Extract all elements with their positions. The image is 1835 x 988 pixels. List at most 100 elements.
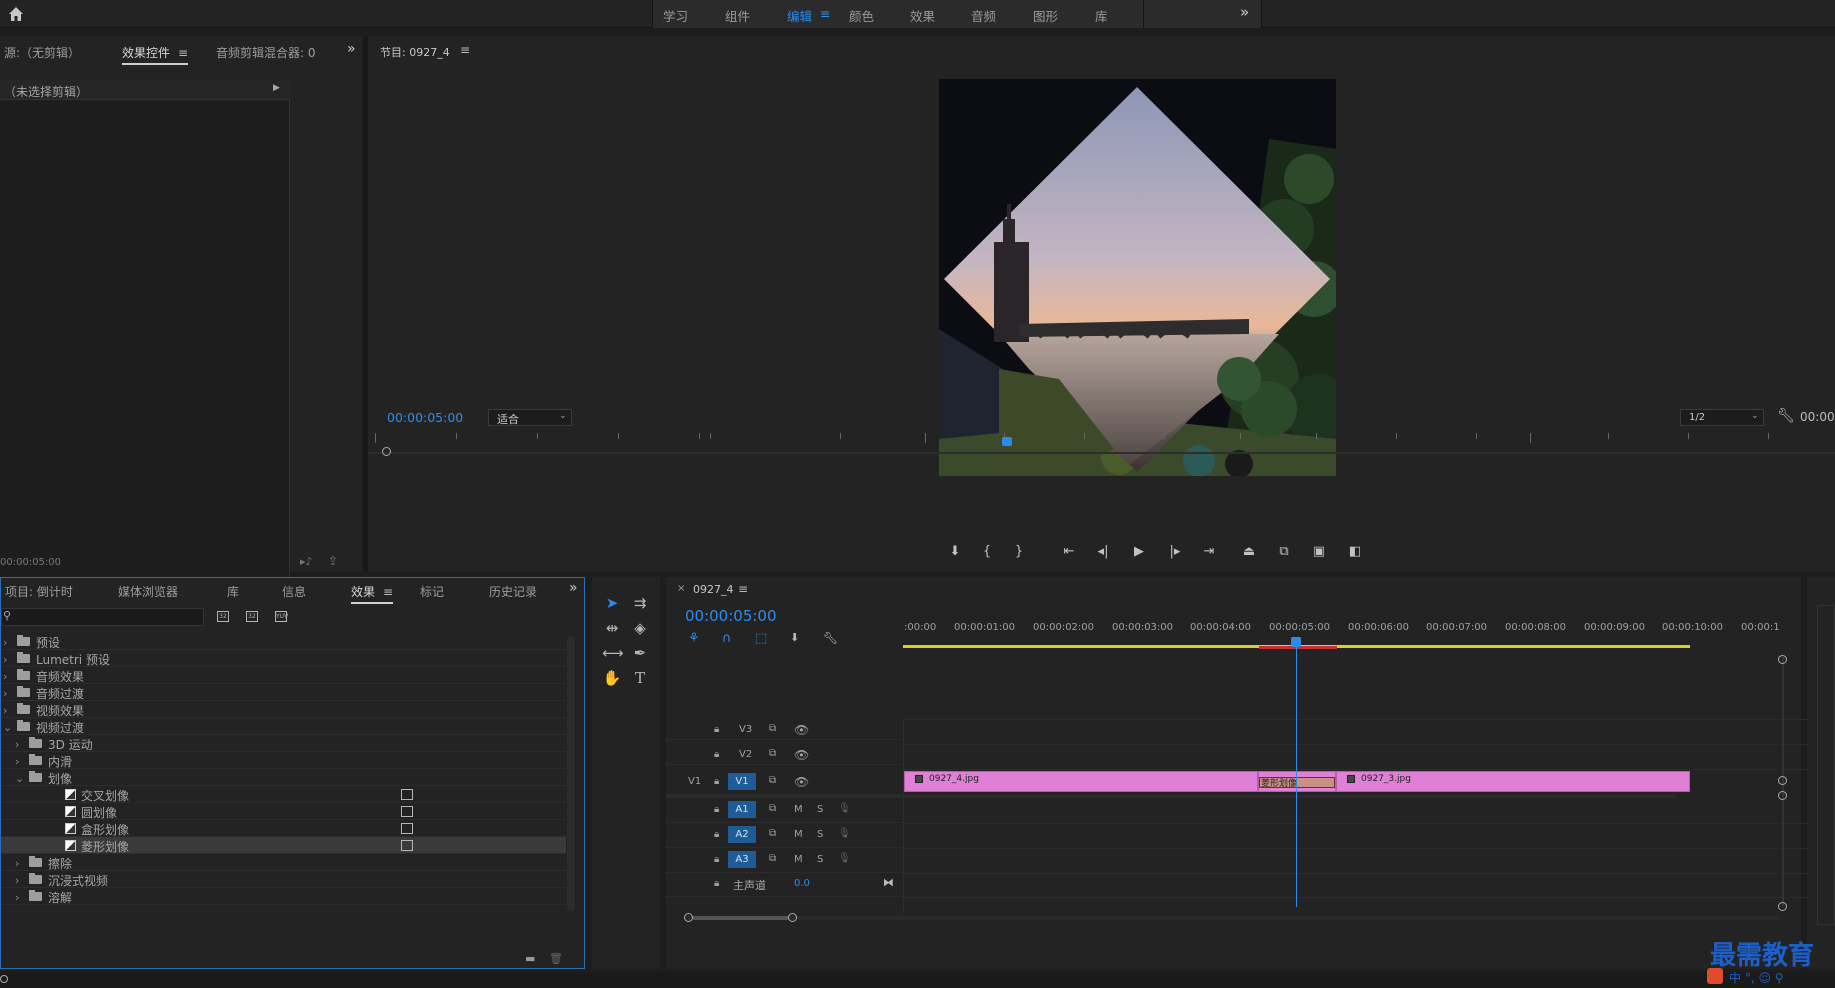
chevron-right-icon[interactable]: › (15, 891, 19, 904)
resolution-dropdown[interactable]: 1/2 ⌄ (1680, 409, 1764, 426)
expand-right-icon[interactable]: ▶ (273, 83, 280, 93)
solo-button[interactable]: S (817, 804, 823, 815)
tab-effects[interactable]: 效果 ≡ (351, 583, 394, 604)
tab-markers[interactable]: 标记 (420, 583, 444, 600)
go-to-endpoint-icon[interactable]: ⧓ (883, 876, 894, 889)
effects-folder[interactable]: › 音频过渡 (1, 684, 566, 701)
sync-lock-icon[interactable]: ⧉ (769, 723, 776, 734)
workspace-tab-assembly[interactable]: 组件 (725, 6, 750, 25)
tab-libraries[interactable]: 库 (227, 583, 239, 600)
sync-lock-icon[interactable]: ⧉ (769, 748, 776, 759)
tab-media-browser[interactable]: 媒体浏览器 (118, 583, 178, 600)
selection-tool-icon[interactable]: ➤ (602, 594, 622, 612)
effect-item[interactable]: 菱形划像 (1, 837, 566, 854)
wrench-icon[interactable]: 🔧︎ (1777, 408, 1795, 424)
lock-icon[interactable]: 🔒︎ (714, 776, 719, 787)
lock-icon[interactable]: 🔒︎ (714, 804, 719, 815)
linked-selection-icon[interactable]: ⬚ (755, 631, 767, 646)
mark-out-icon[interactable]: } (1010, 544, 1028, 559)
program-menu-icon[interactable]: ≡ (460, 43, 470, 57)
chevron-right-icon[interactable]: › (3, 653, 7, 666)
hand-tool-icon[interactable]: ✋ (602, 669, 622, 687)
effects-folder[interactable]: › Lumetri 预设 (1, 650, 566, 667)
solo-button[interactable]: S (817, 829, 823, 840)
eye-icon[interactable]: 👁︎ (794, 723, 809, 737)
effects-folder[interactable]: › 溶解 (1, 888, 566, 905)
slip-tool-icon[interactable]: ⟷ (602, 644, 624, 662)
sync-lock-icon[interactable]: ⧉ (769, 775, 776, 786)
comparison-view-icon[interactable]: ◧ (1346, 544, 1364, 559)
source-patch-v1[interactable]: V1 (688, 776, 701, 787)
chevron-right-icon[interactable]: › (15, 755, 19, 768)
yuv-effects-icon[interactable]: YUV (275, 611, 288, 622)
clip-0927-3[interactable]: 0927_3.jpg (1336, 771, 1690, 792)
effects-folder[interactable]: › 沉浸式视频 (1, 871, 566, 888)
effects-folder[interactable]: › 内滑 (1, 752, 566, 769)
effects-folder[interactable]: › 3D 运动 (1, 735, 566, 752)
ripple-edit-tool-icon[interactable]: ⇹ (602, 619, 622, 637)
close-sequence-icon[interactable]: × (677, 583, 685, 594)
program-playhead-timecode[interactable]: 00:00:05:00 (387, 410, 463, 425)
go-to-out-icon[interactable]: ⇥ (1200, 544, 1218, 559)
master-volume[interactable]: 0.0 (794, 878, 810, 889)
program-playhead[interactable] (1002, 437, 1012, 446)
clip-0927-4[interactable]: 0927_4.jpg (904, 771, 1258, 792)
razor-tool-icon[interactable]: ◈ (630, 619, 650, 637)
step-back-icon[interactable]: ◂| (1094, 544, 1112, 559)
chevron-right-icon[interactable]: › (3, 687, 7, 700)
tab-audio-clip-mixer[interactable]: 音频剪辑混合器: 0 (216, 44, 316, 61)
sequence-tab[interactable]: 0927_4 (693, 583, 734, 596)
mute-button[interactable]: M (794, 829, 803, 840)
workspace-tab-learn[interactable]: 学习 (663, 6, 688, 25)
pen-tool-icon[interactable]: ✒ (630, 644, 650, 662)
tab-source[interactable]: 源:（无剪辑） (4, 44, 80, 61)
mute-button[interactable]: M (794, 854, 803, 865)
mic-icon[interactable]: 🎙︎ (838, 803, 851, 814)
sync-lock-icon[interactable]: ⧉ (769, 803, 776, 814)
lock-icon[interactable]: 🔒︎ (714, 854, 719, 865)
lock-icon[interactable]: 🔒︎ (714, 724, 719, 735)
chevron-right-icon[interactable]: › (15, 738, 19, 751)
chevron-right-icon[interactable]: › (3, 670, 7, 683)
zoom-handle[interactable] (382, 447, 391, 456)
filter-audio-icon[interactable]: ▸♪ (300, 555, 313, 568)
chevron-right-icon[interactable]: › (3, 704, 7, 717)
effects-search-input[interactable]: ⚲ (1, 608, 204, 626)
workspace-tab-color[interactable]: 颜色 (849, 6, 874, 25)
transition-diamond-iris[interactable]: 菱形划像 (1258, 771, 1336, 792)
playhead-line[interactable] (1296, 645, 1297, 907)
panel-menu-icon[interactable]: ≡ (383, 585, 393, 599)
workspace-tab-audio[interactable]: 音频 (971, 6, 996, 25)
effect-item[interactable]: 交叉划像 (1, 786, 566, 803)
track-select-tool-icon[interactable]: ⇉ (630, 594, 650, 612)
type-tool-icon[interactable]: T (630, 669, 650, 687)
lift-icon[interactable]: ⏏︎ (1240, 544, 1258, 559)
go-to-in-icon[interactable]: ⇤ (1060, 544, 1078, 559)
tab-history[interactable]: 历史记录 (489, 583, 537, 600)
tab-project[interactable]: 项目: 倒计时 (5, 583, 73, 600)
sync-lock-icon[interactable]: ⧉ (769, 853, 776, 864)
effects-folder[interactable]: › 音频效果 (1, 667, 566, 684)
workspace-tab-graphics[interactable]: 图形 (1033, 6, 1058, 25)
tab-effect-controls[interactable]: 效果控件 ≡ (122, 44, 189, 65)
chevron-right-icon[interactable]: › (3, 636, 7, 649)
panel-overflow-icon[interactable]: » (347, 41, 356, 57)
home-icon[interactable] (7, 5, 25, 23)
eye-icon[interactable]: 👁︎ (794, 775, 809, 789)
sequence-menu-icon[interactable]: ≡ (738, 582, 748, 596)
solo-button[interactable]: S (817, 854, 823, 865)
workspace-menu-icon[interactable]: ≡ (820, 6, 830, 21)
add-marker-icon[interactable]: ⬇ (790, 631, 799, 644)
effects-folder[interactable]: › 预设 (1, 633, 566, 650)
snap-icon[interactable]: ∩ (722, 631, 732, 646)
timeline-hscroll[interactable] (684, 916, 1779, 920)
effects-scrollbar[interactable] (567, 636, 575, 911)
workspace-tab-libraries[interactable]: 库 (1095, 6, 1108, 25)
eye-icon[interactable]: 👁︎ (794, 748, 809, 762)
chevron-down-icon[interactable]: ⌄ (15, 772, 24, 785)
timeline-settings-icon[interactable]: 🔧︎ (823, 631, 838, 645)
track-target-a2[interactable]: A2 (728, 826, 756, 843)
effect-item[interactable]: 圆划像 (1, 803, 566, 820)
track-target-v1[interactable]: V1 (728, 773, 756, 790)
panel-menu-icon[interactable]: ≡ (178, 46, 188, 60)
